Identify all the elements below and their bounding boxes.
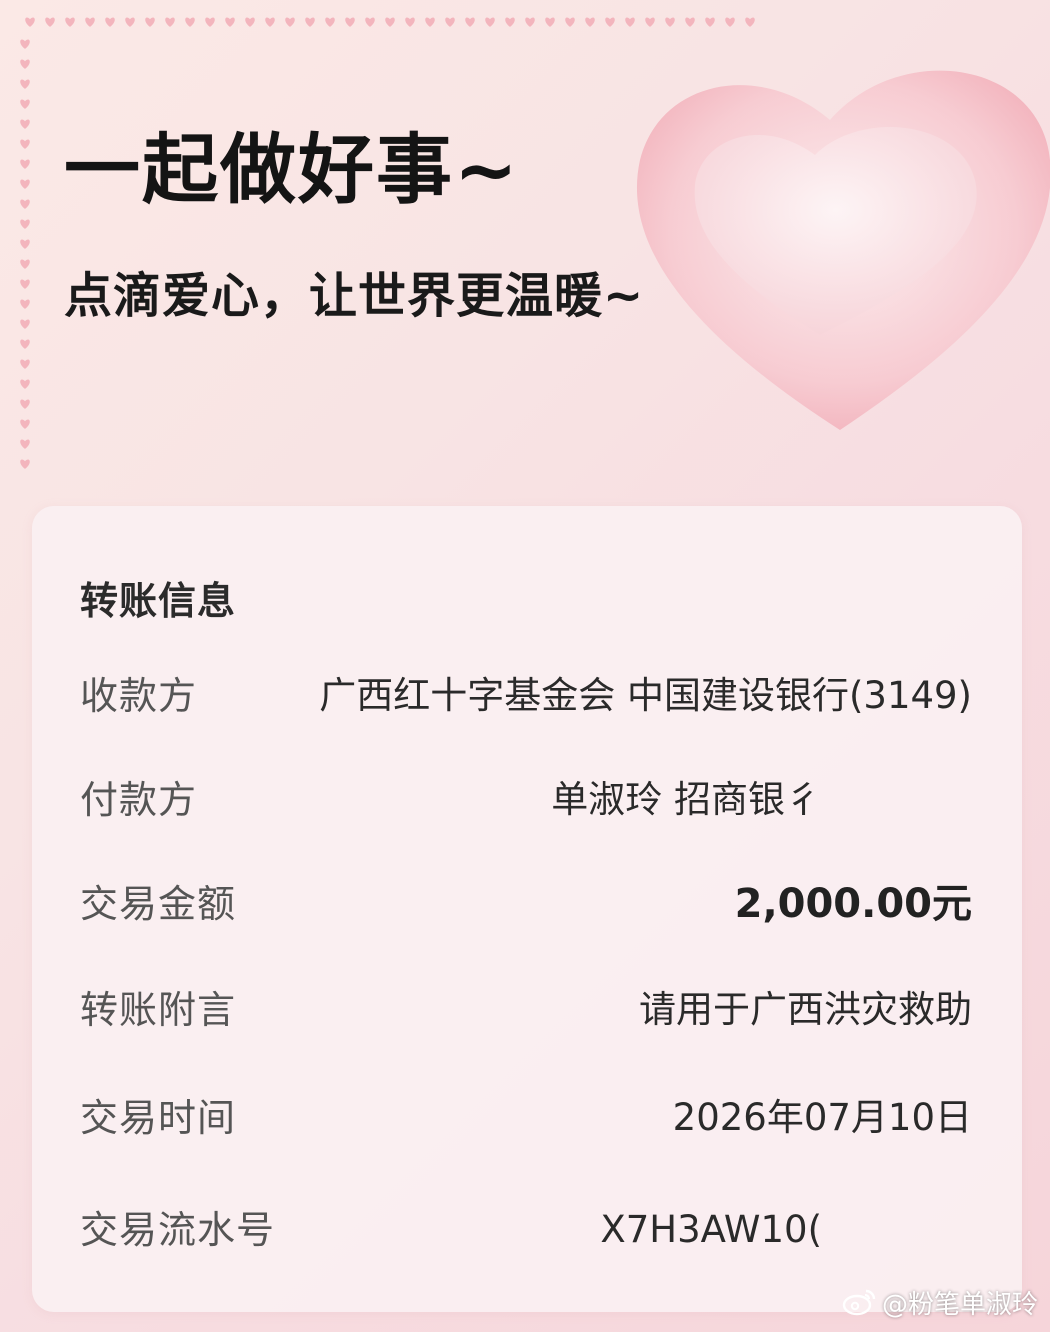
top-heart-border [25,17,755,27]
border-heart-icon [425,17,435,27]
hero-title: 一起做好事~ [64,125,520,214]
border-heart-icon [20,59,30,69]
border-heart-icon [20,139,30,149]
row-serial: 交易流水号 X7H3AW10( [80,1200,972,1260]
border-heart-icon [20,299,30,309]
hero-subtitle: 点滴爱心，让世界更温暖~ [64,268,645,324]
border-heart-icon [365,17,375,27]
border-heart-icon [165,17,175,27]
payee-label: 收款方 [80,674,198,718]
border-heart-icon [20,319,30,329]
border-heart-icon [145,17,155,27]
border-heart-icon [20,79,30,89]
weibo-icon [842,1289,876,1316]
border-heart-icon [20,259,30,269]
border-heart-icon [20,399,30,409]
left-heart-border [20,39,30,469]
border-heart-icon [20,179,30,189]
border-heart-icon [285,17,295,27]
time-value: 2026年07月10日 [672,1096,972,1139]
watermark-text: @粉笔单淑玲 [881,1289,1038,1320]
border-heart-icon [85,17,95,27]
serial-label: 交易流水号 [80,1208,276,1252]
border-heart-icon [20,359,30,369]
amount-label: 交易金额 [80,882,237,926]
border-heart-icon [445,17,455,27]
border-heart-icon [305,17,315,27]
row-amount: 交易金额 2,000.00元 [80,874,972,934]
border-heart-icon [585,17,595,27]
payer-label: 付款方 [80,778,198,822]
border-heart-icon [20,419,30,429]
border-heart-icon [225,17,235,27]
amount-value: 2,000.00元 [734,881,972,927]
border-heart-icon [525,17,535,27]
border-heart-icon [345,17,355,27]
border-heart-icon [125,17,135,27]
border-heart-icon [20,379,30,389]
payee-value: 广西红十字基金会 中国建设银行(3149) [319,674,972,717]
border-heart-icon [325,17,335,27]
border-heart-icon [745,17,755,27]
border-heart-icon [20,99,30,109]
border-heart-icon [685,17,695,27]
decorative-background [20,17,1050,469]
border-heart-icon [45,17,55,27]
row-time: 交易时间 2026年07月10日 [80,1088,972,1148]
time-label: 交易时间 [80,1096,237,1140]
border-heart-icon [20,279,30,289]
border-heart-icon [20,459,30,469]
border-heart-icon [545,17,555,27]
border-heart-icon [485,17,495,27]
border-heart-icon [705,17,715,27]
memo-label: 转账附言 [80,988,237,1032]
border-heart-icon [20,199,30,209]
border-heart-icon [185,17,195,27]
border-heart-icon [385,17,395,27]
border-heart-icon [20,339,30,349]
border-heart-icon [20,439,30,449]
memo-value: 请用于广西洪灾救助 [639,988,972,1031]
payer-value: 单淑玲 招商银彳 [551,778,822,821]
transfer-info-card: 转账信息 收款方 广西红十字基金会 中国建设银行(3149) 付款方 单淑玲 招… [32,506,1022,1312]
border-heart-icon [665,17,675,27]
border-heart-icon [65,17,75,27]
border-heart-icon [20,159,30,169]
border-heart-icon [265,17,275,27]
border-heart-icon [645,17,655,27]
watermark: @粉笔单淑玲 [842,1282,1038,1322]
border-heart-icon [20,239,30,249]
border-heart-icon [505,17,515,27]
border-heart-icon [605,17,615,27]
row-payee: 收款方 广西红十字基金会 中国建设银行(3149) [80,666,972,726]
border-heart-icon [245,17,255,27]
serial-value: X7H3AW10( [600,1208,822,1251]
border-heart-icon [20,219,30,229]
border-heart-icon [405,17,415,27]
border-heart-icon [725,17,735,27]
card-title: 转账信息 [80,579,237,623]
row-payer: 付款方 单淑玲 招商银彳 [80,770,972,830]
border-heart-icon [205,17,215,27]
page: 一起做好事~ 点滴爱心，让世界更温暖~ 转账信息 收款方 广西红十字基金会 中国… [0,0,1050,1332]
row-memo: 转账附言 请用于广西洪灾救助 [80,980,972,1040]
border-heart-icon [105,17,115,27]
border-heart-icon [25,17,35,27]
border-heart-icon [465,17,475,27]
border-heart-icon [625,17,635,27]
border-heart-icon [565,17,575,27]
border-heart-icon [20,119,30,129]
border-heart-icon [20,39,30,49]
